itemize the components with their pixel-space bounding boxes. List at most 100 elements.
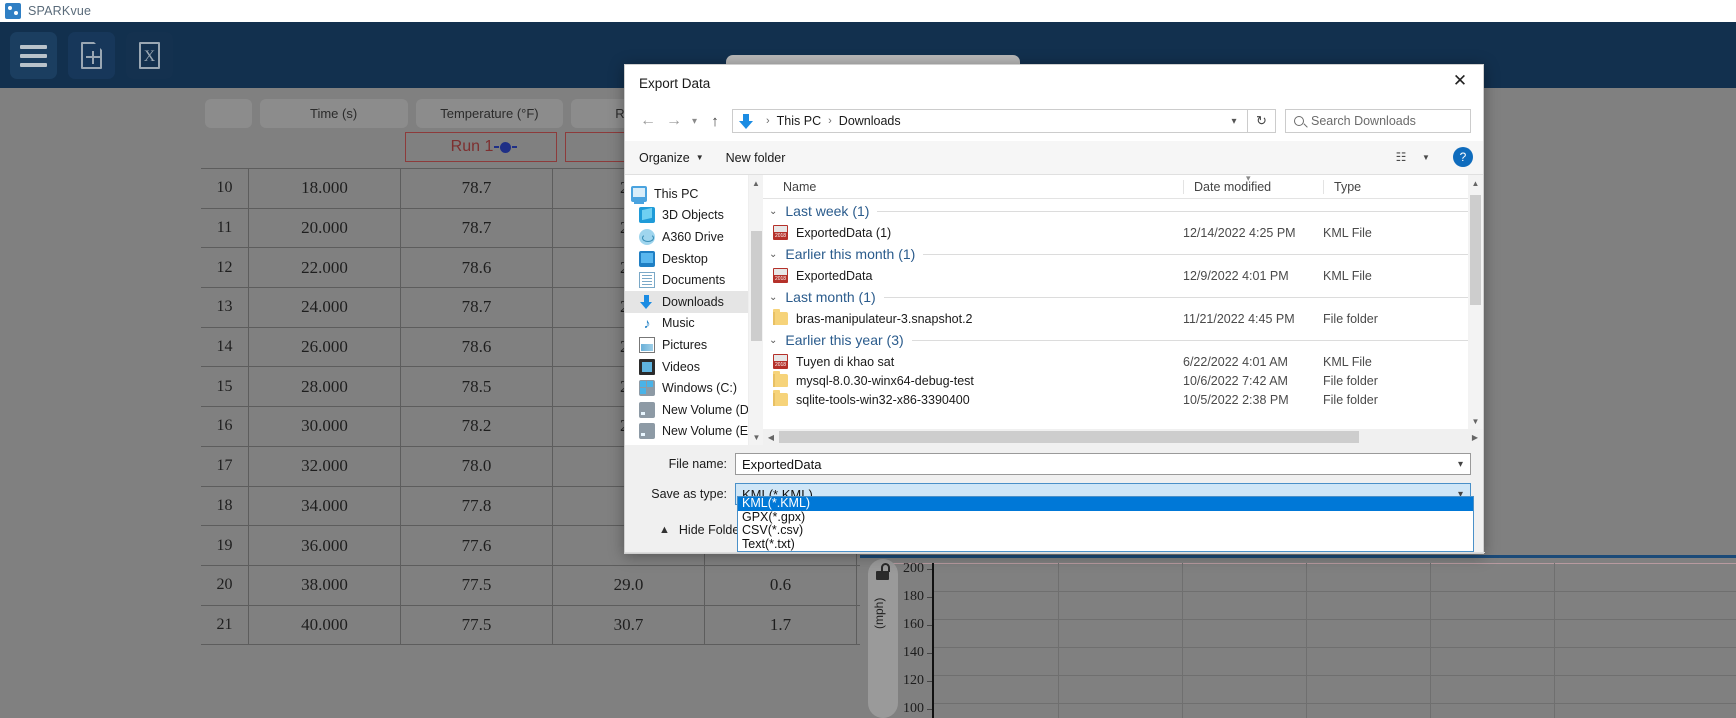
tree-item-pictures[interactable]: Pictures [625, 334, 763, 356]
forward-arrow-icon[interactable]: → [661, 108, 687, 134]
file-list-horizontal-scrollbar[interactable]: ◀ ▶ [763, 429, 1483, 445]
tree-item-windows-c[interactable]: Windows (C:) [625, 377, 763, 399]
column-header-name[interactable]: Name [763, 180, 1183, 194]
file-group-header[interactable]: ⌄ Last week (1) [763, 199, 1483, 223]
file-type-cell: File folder [1323, 311, 1378, 326]
view-options[interactable]: ☷ ▼ [1390, 147, 1437, 167]
table-cell: 36.000 [249, 526, 401, 565]
tree-item-3d-objects[interactable]: 3D Objects [625, 205, 763, 227]
recent-locations-icon[interactable]: ▾ [687, 108, 702, 134]
close-icon[interactable]: ✕ [1437, 65, 1483, 97]
scroll-down-icon[interactable]: ▼ [1468, 413, 1483, 429]
scroll-right-icon[interactable]: ▶ [1467, 433, 1483, 442]
table-cell: 78.7 [401, 288, 553, 327]
tree-item-desktop[interactable]: Desktop [625, 248, 763, 270]
view-layout-icon[interactable]: ☷ [1390, 147, 1412, 167]
column-header-date-modified[interactable]: ▾ Date modified [1183, 175, 1323, 194]
back-arrow-icon[interactable]: ← [635, 108, 661, 134]
file-list: Name ▾ Date modified Type ⌄ Last week (1)… [763, 175, 1483, 445]
chevron-up-icon: ▲ [659, 524, 670, 536]
table-cell: 13 [201, 288, 249, 327]
grid-line [934, 675, 1736, 676]
file-list-vertical-scrollbar[interactable]: ▲ ▼ [1468, 175, 1483, 429]
refresh-icon[interactable]: ↻ [1248, 109, 1276, 133]
tree-scrollbar[interactable]: ▲ ▼ [748, 175, 763, 445]
plot-area[interactable] [934, 563, 1736, 718]
scroll-left-icon[interactable]: ◀ [763, 433, 779, 442]
table-cell: 24.000 [249, 288, 401, 327]
table-row[interactable]: 21 40.000 77.5 30.7 1.7 [201, 605, 879, 646]
dropdown-option[interactable]: KML(*.KML) [738, 496, 1473, 511]
chevron-down-icon[interactable]: ⌄ [769, 249, 777, 260]
table-row[interactable]: 20 38.000 77.5 29.0 0.6 [201, 565, 879, 606]
new-folder-label: New folder [725, 150, 786, 165]
chevron-down-icon[interactable]: ▾ [1223, 116, 1245, 127]
run-badge-temperature[interactable]: Run 1 [405, 132, 557, 162]
horizontal-scroll-thumb[interactable] [779, 431, 1359, 443]
file-type-cell: File folder [1323, 373, 1378, 388]
tree-item-a360-drive[interactable]: A360 Drive [625, 226, 763, 248]
scroll-down-icon[interactable]: ▼ [749, 429, 763, 445]
file-name-text: mysql-8.0.30-winx64-debug-test [796, 373, 974, 388]
dropdown-option[interactable]: Text(*.txt) [738, 537, 1473, 552]
new-document-button[interactable] [68, 32, 115, 79]
file-group-header[interactable]: ⌄ Earlier this month (1) [763, 242, 1483, 266]
folder-icon [773, 371, 788, 387]
organize-label: Organize [639, 150, 690, 165]
graph-top-border [860, 555, 1736, 558]
save-as-type-dropdown[interactable]: KML(*.KML) GPX(*.gpx) CSV(*.csv) Text(*.txt… [737, 496, 1474, 552]
file-group-header[interactable]: ⌄ Last month (1) [763, 285, 1483, 309]
chevron-down-icon[interactable]: ⌄ [769, 335, 777, 346]
file-name-cell: ExportedData [763, 268, 1183, 283]
tree-item-this-pc[interactable]: This PC [625, 183, 763, 205]
table-cell: 78.6 [401, 248, 553, 288]
file-row[interactable]: mysql-8.0.30-winx64-debug-test 10/6/2022 … [763, 371, 1483, 390]
help-icon[interactable]: ? [1453, 147, 1473, 167]
chevron-down-icon[interactable]: ⌄ [769, 292, 777, 303]
up-arrow-icon[interactable]: ↑ [702, 108, 728, 134]
main-menu-button[interactable] [10, 32, 57, 79]
tree-item-downloads[interactable]: Downloads [625, 290, 763, 313]
table-cell: 21 [201, 605, 249, 645]
search-input[interactable]: Search Downloads [1285, 109, 1471, 133]
file-date-cell: 10/6/2022 7:42 AM [1183, 373, 1288, 388]
chevron-down-icon[interactable]: ⌄ [769, 206, 777, 217]
tree-item-new-volume-e[interactable]: New Volume (E: [625, 421, 763, 443]
tree-item-documents[interactable]: Documents [625, 269, 763, 291]
breadcrumb-this-pc[interactable]: This PC [777, 114, 821, 128]
vertical-scroll-thumb[interactable] [1470, 195, 1481, 305]
tree-item-videos[interactable]: Videos [625, 356, 763, 378]
address-bar[interactable]: › This PC › Downloads ▾ [732, 109, 1248, 133]
horizontal-scroll-track[interactable] [779, 429, 1467, 445]
tree-item-new-volume-d[interactable]: New Volume (D: [625, 399, 763, 421]
dropdown-option[interactable]: CSV(*.csv) [738, 523, 1473, 538]
file-row[interactable]: sqlite-tools-win32-x86-3390400 10/5/2022 … [763, 390, 1483, 409]
axis-lock-button[interactable]: (mph) [868, 559, 898, 718]
file-group-header[interactable]: ⌄ Earlier this year (3) [763, 328, 1483, 352]
breadcrumb-downloads[interactable]: Downloads [839, 114, 901, 128]
file-name-text: sqlite-tools-win32-x86-3390400 [796, 392, 970, 407]
excel-export-button[interactable]: X [126, 32, 173, 79]
y-axis-tick: 140 [880, 645, 932, 661]
column-header-time[interactable]: Time (s) [259, 99, 408, 128]
table-cell: 78.6 [401, 327, 553, 367]
scroll-up-icon[interactable]: ▲ [1468, 175, 1483, 191]
file-row[interactable]: ExportedData 12/9/2022 4:01 PM KML File [763, 266, 1483, 285]
tree-scroll-thumb[interactable] [751, 231, 762, 341]
organize-button[interactable]: Organize ▼ [639, 151, 704, 165]
file-row[interactable]: bras-manipulateur-3.snapshot.2 11/21/2022… [763, 309, 1483, 328]
table-cell: 77.8 [401, 486, 553, 526]
dropdown-option[interactable]: GPX(*.gpx) [738, 510, 1473, 525]
file-group-label: Last month (1) [785, 289, 876, 305]
file-type-cell: File folder [1323, 392, 1378, 407]
column-header-temperature[interactable]: Temperature (°F) [415, 99, 564, 128]
column-header-type[interactable]: Type [1323, 179, 1443, 194]
scroll-up-icon[interactable]: ▲ [749, 175, 763, 191]
chevron-down-icon[interactable]: ▼ [1415, 147, 1437, 167]
file-row[interactable]: ExportedData (1) 12/14/2022 4:25 PM KML Fi… [763, 223, 1483, 242]
new-folder-button[interactable]: New folder [726, 151, 786, 165]
chevron-down-icon[interactable]: ▾ [1458, 459, 1463, 470]
file-name-input[interactable]: ExportedData ▾ [735, 453, 1471, 475]
file-row[interactable]: Tuyen di khao sat 6/22/2022 4:01 AM KML Fi… [763, 352, 1483, 371]
tree-item-music[interactable]: ♪ Music [625, 313, 763, 335]
